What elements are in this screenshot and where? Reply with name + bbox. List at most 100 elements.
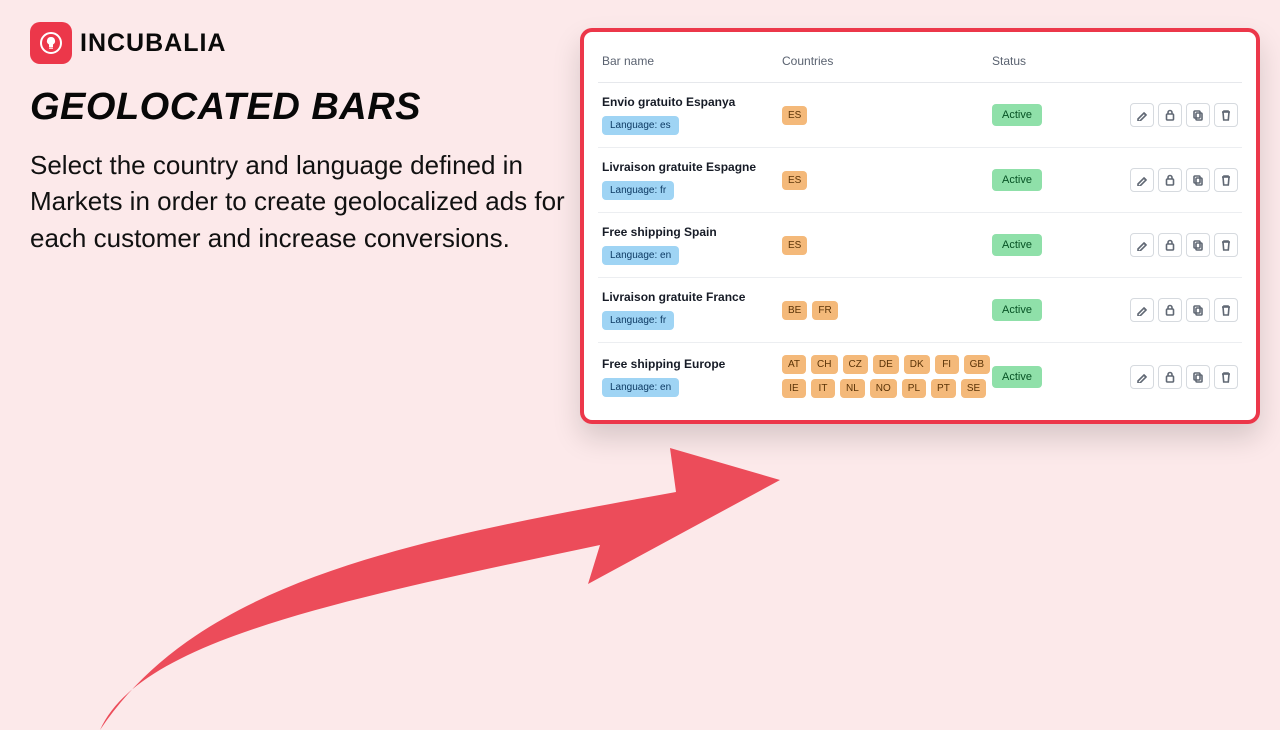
status-cell: Active — [992, 299, 1112, 321]
copy-icon — [1192, 109, 1204, 121]
edit-button[interactable] — [1130, 168, 1154, 192]
table-header: Bar name Countries Status — [598, 44, 1242, 83]
edit-icon — [1136, 239, 1148, 251]
actions-cell — [1112, 168, 1238, 192]
name-cell: Free shipping Europe Language: en — [602, 357, 782, 397]
bar-title: Livraison gratuite Espagne — [602, 160, 782, 174]
copy-button[interactable] — [1186, 298, 1210, 322]
delete-icon — [1220, 371, 1232, 383]
table-row: Envio gratuito Espanya Language: es ES Acti… — [598, 83, 1242, 148]
status-cell: Active — [992, 104, 1112, 126]
delete-icon — [1220, 239, 1232, 251]
edit-button[interactable] — [1130, 233, 1154, 257]
name-cell: Free shipping Spain Language: en — [602, 225, 782, 265]
delete-button[interactable] — [1214, 365, 1238, 389]
lock-button[interactable] — [1158, 233, 1182, 257]
countries-cell: ATCHCZDEDKFIGBIEITNLNOPLPTSE — [782, 355, 992, 398]
country-chip: IE — [782, 379, 806, 398]
edit-icon — [1136, 371, 1148, 383]
lock-icon — [1164, 304, 1176, 316]
copy-button[interactable] — [1186, 233, 1210, 257]
lightbulb-icon — [39, 31, 63, 55]
col-header-countries: Countries — [782, 54, 992, 68]
lock-button[interactable] — [1158, 298, 1182, 322]
copy-icon — [1192, 304, 1204, 316]
countries-cell: ES — [782, 171, 992, 190]
edit-icon — [1136, 174, 1148, 186]
delete-button[interactable] — [1214, 233, 1238, 257]
country-chip: GB — [964, 355, 990, 374]
delete-icon — [1220, 109, 1232, 121]
lock-icon — [1164, 109, 1176, 121]
table-row: Free shipping Europe Language: en AT CH CZ DE… — [598, 343, 1242, 410]
status-badge: Active — [992, 104, 1042, 126]
language-chip: Language: fr — [602, 181, 674, 200]
actions-cell — [1112, 298, 1238, 322]
country-chip: NL — [840, 379, 865, 398]
status-cell: Active — [992, 234, 1112, 256]
country-chip: BE — [782, 301, 807, 320]
name-cell: Envio gratuito Espanya Language: es — [602, 95, 782, 135]
country-chip: CZ — [843, 355, 868, 374]
table-row: Livraison gratuite France Language: fr BE F… — [598, 278, 1242, 343]
edit-button[interactable] — [1130, 365, 1154, 389]
description: Select the country and language defined … — [30, 147, 570, 256]
headline: GEOLOCATED BARS — [30, 86, 570, 129]
bar-title: Envio gratuito Espanya — [602, 95, 782, 109]
delete-button[interactable] — [1214, 168, 1238, 192]
bar-title: Livraison gratuite France — [602, 290, 782, 304]
country-chip: SE — [961, 379, 986, 398]
brand-logo: INCUBALIA — [30, 22, 570, 64]
lock-button[interactable] — [1158, 168, 1182, 192]
language-chip: Language: es — [602, 116, 679, 135]
actions-cell — [1112, 103, 1238, 127]
delete-button[interactable] — [1214, 298, 1238, 322]
language-chip: Language: fr — [602, 311, 674, 330]
brand-name: INCUBALIA — [80, 29, 227, 58]
name-cell: Livraison gratuite France Language: fr — [602, 290, 782, 330]
status-badge: Active — [992, 366, 1042, 388]
country-chip: ES — [782, 106, 807, 125]
edit-icon — [1136, 109, 1148, 121]
edit-button[interactable] — [1130, 103, 1154, 127]
country-chip: NO — [870, 379, 897, 398]
countries-cell: ES — [782, 106, 992, 125]
copy-button[interactable] — [1186, 168, 1210, 192]
status-cell: Active — [992, 366, 1112, 388]
lock-icon — [1164, 174, 1176, 186]
lock-button[interactable] — [1158, 365, 1182, 389]
delete-button[interactable] — [1214, 103, 1238, 127]
table-row: Livraison gratuite Espagne Language: fr ES… — [598, 148, 1242, 213]
country-chip: AT — [782, 355, 806, 374]
actions-cell — [1112, 233, 1238, 257]
col-header-status: Status — [992, 54, 1112, 68]
country-chip: DE — [873, 355, 899, 374]
edit-button[interactable] — [1130, 298, 1154, 322]
bar-title: Free shipping Europe — [602, 357, 782, 371]
status-badge: Active — [992, 234, 1042, 256]
copy-icon — [1192, 174, 1204, 186]
delete-icon — [1220, 304, 1232, 316]
status-cell: Active — [992, 169, 1112, 191]
status-badge: Active — [992, 299, 1042, 321]
copy-button[interactable] — [1186, 365, 1210, 389]
copy-icon — [1192, 239, 1204, 251]
col-header-name: Bar name — [602, 54, 782, 68]
bar-title: Free shipping Spain — [602, 225, 782, 239]
country-chip: FI — [935, 355, 959, 374]
country-chip: CH — [811, 355, 837, 374]
copy-icon — [1192, 371, 1204, 383]
bars-panel: Bar name Countries Status Envio gratuito… — [580, 28, 1260, 424]
brand-icon — [30, 22, 72, 64]
country-chip: IT — [811, 379, 835, 398]
language-chip: Language: en — [602, 378, 679, 397]
actions-cell — [1112, 365, 1238, 389]
status-badge: Active — [992, 169, 1042, 191]
country-chip: ES — [782, 171, 807, 190]
country-chip: FR — [812, 301, 837, 320]
copy-button[interactable] — [1186, 103, 1210, 127]
lock-button[interactable] — [1158, 103, 1182, 127]
language-chip: Language: en — [602, 246, 679, 265]
country-chip: PT — [931, 379, 956, 398]
lock-icon — [1164, 371, 1176, 383]
